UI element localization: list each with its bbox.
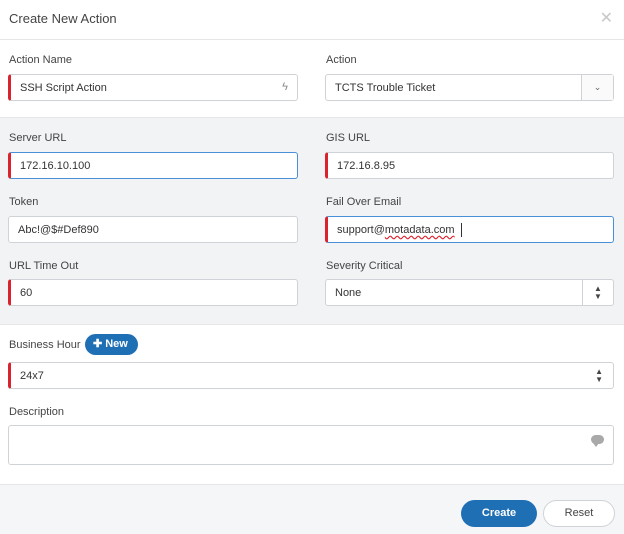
gis-url-label: GIS URL	[326, 132, 371, 144]
updown-arrows-icon: ▲ ▼	[595, 367, 603, 384]
plus-icon: ✚	[93, 338, 103, 350]
gis-url-value: 172.16.8.95	[337, 160, 396, 172]
new-business-hour-button[interactable]: ✚ New	[85, 334, 138, 355]
fail-over-email-value: support@motadata.com	[337, 224, 455, 236]
action-name-input[interactable]: SSH Script Action ϟ	[8, 74, 298, 101]
reset-button[interactable]: Reset	[543, 500, 615, 527]
server-url-value: 172.16.10.100	[20, 160, 91, 172]
business-hour-select[interactable]: 24x7 ▲ ▼	[8, 362, 614, 389]
server-url-input[interactable]: 172.16.10.100	[8, 152, 298, 179]
server-url-label: Server URL	[9, 132, 67, 144]
token-input[interactable]: Abc!@$#Def890	[8, 216, 298, 243]
url-time-out-label: URL Time Out	[9, 260, 79, 272]
email-domain: motadata.com	[384, 224, 455, 236]
text-caret	[461, 223, 462, 237]
action-name-label: Action Name	[9, 54, 72, 66]
dialog-title: Create New Action	[9, 11, 117, 26]
close-icon[interactable]: ✕	[600, 8, 613, 28]
action-name-value: SSH Script Action	[20, 82, 107, 94]
new-button-label: New	[105, 338, 128, 350]
action-label: Action	[326, 54, 357, 66]
comment-icon	[591, 435, 604, 447]
fail-over-email-input[interactable]: support@motadata.com	[325, 216, 614, 243]
token-value: Abc!@$#Def890	[18, 224, 99, 236]
action-select[interactable]: TCTS Trouble Ticket ⌄	[325, 74, 614, 101]
dialog-header: Create New Action ✕	[0, 0, 624, 40]
action-value: TCTS Trouble Ticket	[335, 82, 436, 94]
business-hour-value: 24x7	[20, 370, 44, 382]
severity-critical-value: None	[335, 287, 362, 299]
gis-url-input[interactable]: 172.16.8.95	[325, 152, 614, 179]
chevron-down-icon[interactable]: ⌄	[581, 75, 613, 100]
token-label: Token	[9, 196, 39, 208]
description-textarea[interactable]	[8, 425, 614, 465]
description-label: Description	[9, 406, 65, 418]
updown-arrows-icon[interactable]: ▲ ▼	[582, 280, 613, 305]
fail-over-email-label: Fail Over Email	[326, 196, 402, 208]
lightning-icon: ϟ	[282, 81, 288, 93]
email-prefix: support@	[337, 224, 385, 236]
create-action-dialog: Create New Action ✕ Action Name SSH Scri…	[0, 0, 624, 534]
create-button[interactable]: Create	[461, 500, 537, 527]
severity-critical-select[interactable]: None ▲ ▼	[325, 279, 614, 306]
url-time-out-value: 60	[20, 287, 33, 299]
url-time-out-input[interactable]: 60	[8, 279, 298, 306]
severity-critical-label: Severity Critical	[326, 260, 403, 272]
business-hour-label: Business Hour	[9, 339, 81, 351]
